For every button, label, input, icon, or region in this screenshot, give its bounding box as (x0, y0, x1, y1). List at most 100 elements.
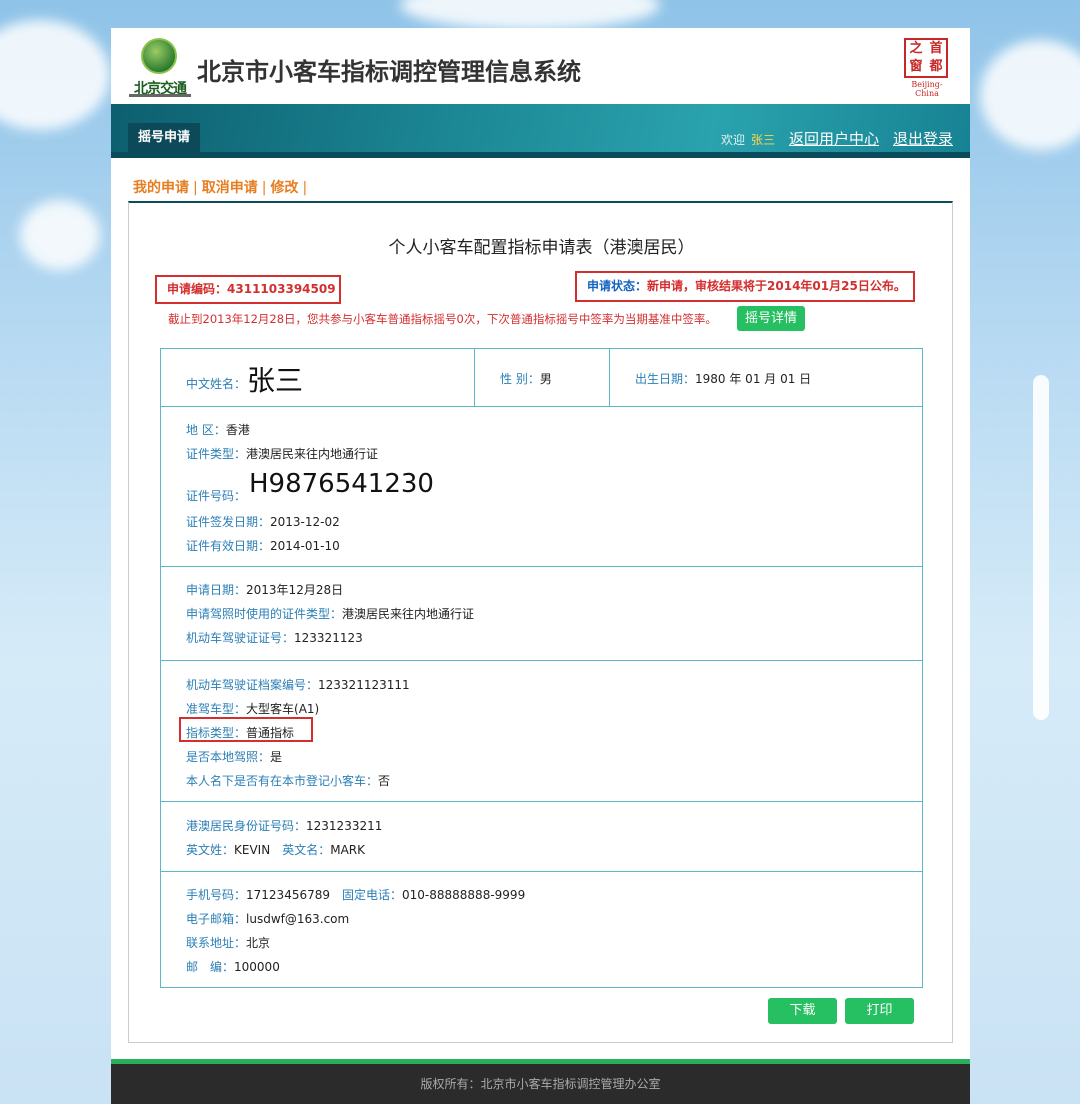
user-nav: 欢迎 张三 返回用户中心 退出登录 (721, 128, 953, 149)
address-field: 联系地址：北京 (186, 934, 270, 951)
license-number-field: 机动车驾驶证证号：123321123 (186, 629, 363, 646)
nav-bar: 摇号申请 欢迎 张三 返回用户中心 退出登录 (111, 104, 970, 158)
archive-field: 机动车驾驶证档案编号：123321123111 (186, 676, 410, 693)
background-cloud (20, 200, 100, 270)
name-label: 中文姓名： (186, 377, 247, 391)
id-number-value: H9876541230 (249, 469, 434, 499)
application-panel: 个人小客车配置指标申请表（港澳居民） 申请编码：4311103394509 申请… (128, 201, 953, 1043)
birth-cell: 出生日期：1980 年 01 月 01 日 (610, 349, 922, 406)
id-number-label: 证件号码： (186, 489, 247, 503)
license-row: 机动车驾驶证档案编号：123321123111 准驾车型：大型客车(A1) 指标… (161, 661, 922, 802)
background-cloud (980, 40, 1080, 150)
name-cell: 中文姓名： 张三 (161, 349, 475, 406)
gender-value: 男 (539, 372, 552, 386)
vehicle-class-field: 准驾车型：大型客车(A1) (186, 700, 319, 717)
seal-char: 都 (929, 59, 943, 74)
my-application-link[interactable]: 我的申请 (133, 180, 189, 196)
welcome-label: 欢迎 (720, 133, 745, 147)
application-status-box: 申请状态：新申请，审核结果将于2014年01月25日公布。 (575, 271, 915, 302)
local-license-field: 是否本地驾照：是 (186, 748, 282, 765)
personal-row: 中文姓名： 张三 性 别：男 出生日期：1980 年 01 月 01 日 (161, 349, 922, 407)
quota-type-value: 普通指标 (246, 726, 295, 740)
gender-field: 性 别：男 (500, 370, 552, 387)
separator: | (261, 180, 267, 196)
print-button[interactable]: 打印 (845, 998, 914, 1024)
vehicle-class-label: 准驾车型： (186, 702, 247, 716)
issue-date-label: 证件签发日期： (186, 515, 271, 529)
surname-label: 英文姓： (186, 843, 235, 857)
local-license-value: 是 (270, 750, 283, 764)
lottery-detail-button[interactable]: 摇号详情 (737, 306, 805, 331)
given-name-label: 英文名： (282, 843, 331, 857)
archive-value: 123321123111 (318, 678, 410, 692)
application-date-value: 2013年12月28日 (246, 583, 344, 597)
hk-id-row: 港澳居民身份证号码：1231233211 英文姓：KEVIN 英文名：MARK (161, 802, 922, 872)
zip-label: 邮 编： (186, 960, 235, 974)
hkid-value: 1231233211 (306, 819, 383, 833)
address-value: 北京 (246, 936, 271, 950)
issue-date-value: 2013-12-02 (270, 515, 340, 529)
zip-field: 邮 编：100000 (186, 958, 280, 975)
region-field: 地 区：香港 (186, 421, 250, 438)
gender-cell: 性 别：男 (475, 349, 610, 406)
quota-type-field: 指标类型：普通指标 (186, 724, 294, 741)
application-status-label: 申请状态： (587, 279, 648, 293)
lottery-notice: 截止到2013年12月28日，您共参与小客车普通指标摇号0次，下次普通指标摇号中… (168, 312, 717, 326)
scrollbar[interactable] (1033, 375, 1049, 720)
background-cloud (0, 20, 110, 130)
owned-car-value: 否 (378, 774, 391, 788)
license-id-type-label: 申请驾照时使用的证件类型： (186, 607, 343, 621)
user-center-link[interactable]: 返回用户中心 (789, 128, 879, 149)
issue-date-field: 证件签发日期：2013-12-02 (186, 513, 340, 530)
vehicle-class-value: 大型客车(A1) (246, 702, 320, 716)
site-title: 北京市小客车指标调控管理信息系统 (197, 58, 581, 86)
application-code-box: 申请编码：4311103394509 (155, 275, 341, 304)
valid-date-value: 2014-01-10 (270, 539, 340, 553)
application-date-label: 申请日期： (186, 583, 247, 597)
hkid-field: 港澳居民身份证号码：1231233211 (186, 817, 382, 834)
birth-value: 1980 年 01 月 01 日 (695, 372, 812, 386)
application-date-field: 申请日期：2013年12月28日 (186, 581, 343, 598)
id-type-label: 证件类型： (186, 447, 247, 461)
address-label: 联系地址： (186, 936, 247, 950)
seal-box: 之 首 窗 都 (904, 38, 948, 78)
application-code-value: 4311103394509 (227, 282, 336, 296)
mobile-value: 17123456789 (246, 888, 330, 902)
id-type-field: 证件类型：港澳居民来往内地通行证 (186, 445, 378, 462)
owned-car-label: 本人名下是否有在本市登记小客车： (186, 774, 379, 788)
seal-char: 窗 (909, 59, 923, 74)
footer: 版权所有：北京市小客车指标调控管理办公室 (111, 1064, 970, 1104)
background-cloud (400, 0, 660, 30)
page-container: 北京交通 北京市小客车指标调控管理信息系统 之 首 窗 都 Beijing-Ch… (111, 28, 970, 1104)
license-id-type-field: 申请驾照时使用的证件类型：港澳居民来往内地通行证 (186, 605, 474, 622)
hkid-label: 港澳居民身份证号码： (186, 819, 307, 833)
archive-label: 机动车驾驶证档案编号： (186, 678, 319, 692)
license-id-type-value: 港澳居民来往内地通行证 (342, 607, 475, 621)
application-status-value: 新申请，审核结果将于2014年01月25日公布。 (647, 279, 906, 293)
surname-value: KEVIN (234, 843, 271, 857)
logout-link[interactable]: 退出登录 (893, 128, 953, 149)
valid-date-label: 证件有效日期： (186, 539, 271, 553)
username-link[interactable]: 张三 (751, 131, 775, 148)
region-value: 香港 (225, 423, 250, 437)
download-button[interactable]: 下载 (768, 998, 837, 1024)
header: 北京交通 北京市小客车指标调控管理信息系统 之 首 窗 都 Beijing-Ch… (111, 28, 970, 104)
logo-underline (129, 94, 191, 97)
tab-lottery-application[interactable]: 摇号申请 (128, 123, 201, 153)
application-code-label: 申请编码： (167, 282, 228, 296)
owned-car-field: 本人名下是否有在本市登记小客车：否 (186, 772, 390, 789)
application-info-row: 申请日期：2013年12月28日 申请驾照时使用的证件类型：港澳居民来往内地通行… (161, 567, 922, 661)
phone-field: 手机号码：17123456789 固定电话：010-88888888-9999 (186, 886, 525, 903)
given-name-value: MARK (330, 843, 365, 857)
region-label: 地 区： (186, 423, 226, 437)
landline-value: 010-88888888-9999 (402, 888, 526, 902)
name-field: 中文姓名： (186, 375, 246, 392)
id-number-field: 证件号码： (186, 487, 246, 504)
cancel-application-link[interactable]: 取消申请 (202, 180, 258, 196)
license-number-value: 123321123 (294, 631, 363, 645)
english-name-field: 英文姓：KEVIN 英文名：MARK (186, 841, 365, 858)
id-type-value: 港澳居民来往内地通行证 (246, 447, 379, 461)
modify-link[interactable]: 修改 (270, 180, 298, 196)
zip-value: 100000 (234, 960, 280, 974)
name-value: 张三 (247, 364, 304, 397)
